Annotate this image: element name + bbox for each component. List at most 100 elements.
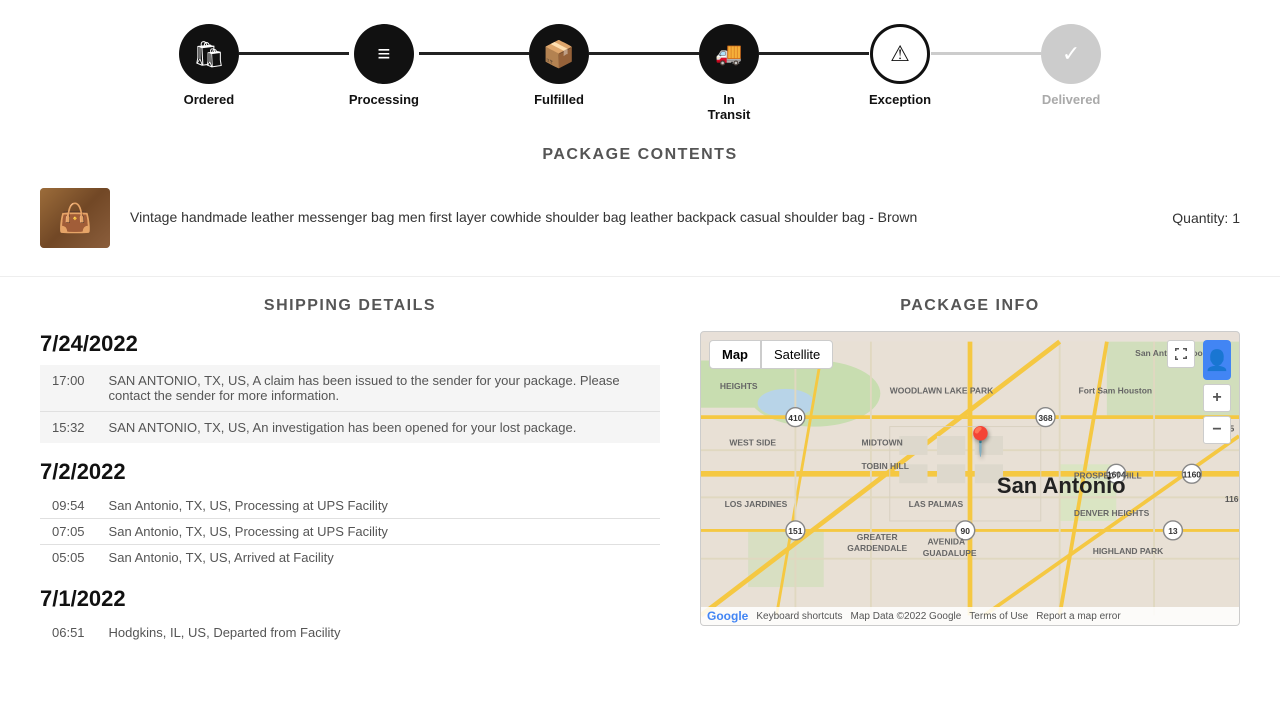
quantity-value: 1 xyxy=(1232,210,1240,226)
ordered-label: Ordered xyxy=(184,92,235,107)
svg-text:GARDENDALE: GARDENDALE xyxy=(847,543,907,553)
svg-text:MIDTOWN: MIDTOWN xyxy=(861,437,902,447)
fullscreen-icon xyxy=(1174,347,1188,361)
shipping-details-title: SHIPPING DETAILS xyxy=(40,297,660,315)
svg-text:1160: 1160 xyxy=(1183,470,1202,480)
step-fulfilled: 📦 Fulfilled xyxy=(529,24,589,107)
connector-5 xyxy=(931,52,1041,55)
connector-3 xyxy=(589,52,699,55)
svg-text:1160: 1160 xyxy=(1225,494,1239,504)
shipping-details-panel: SHIPPING DETAILS 7/24/2022 17:00 SAN ANT… xyxy=(40,297,660,661)
package-quantity: Quantity: 1 xyxy=(1172,210,1240,226)
svg-text:13: 13 xyxy=(1168,526,1178,536)
exception-icon: ⚠ xyxy=(870,24,930,84)
fulfilled-label: Fulfilled xyxy=(534,92,584,107)
event-time: 06:51 xyxy=(40,620,97,645)
map-controls: 👤 + − xyxy=(1203,340,1231,444)
package-item: Vintage handmade leather messenger bag m… xyxy=(40,180,1240,256)
quantity-label: Quantity: xyxy=(1172,210,1228,226)
event-description: SAN ANTONIO, TX, US, A claim has been is… xyxy=(97,365,660,412)
package-info-title: PACKAGE INFO xyxy=(700,297,1240,315)
events-table-2: 09:54 San Antonio, TX, US, Processing at… xyxy=(40,493,660,570)
date-heading-1: 7/24/2022 xyxy=(40,331,660,357)
event-row: 05:05 San Antonio, TX, US, Arrived at Fa… xyxy=(40,545,660,571)
google-logo: Google xyxy=(707,609,748,623)
map-type-map-button[interactable]: Map xyxy=(709,340,761,369)
package-description: Vintage handmade leather messenger bag m… xyxy=(130,208,1152,228)
svg-text:LAS PALMAS: LAS PALMAS xyxy=(909,499,964,509)
date-group-1: 7/24/2022 17:00 SAN ANTONIO, TX, US, A c… xyxy=(40,331,660,443)
svg-text:WOODLAWN LAKE PARK: WOODLAWN LAKE PARK xyxy=(890,386,994,396)
event-time: 07:05 xyxy=(40,519,97,545)
step-delivered: ✓ Delivered xyxy=(1041,24,1101,107)
fullscreen-button[interactable] xyxy=(1167,340,1195,368)
event-time: 05:05 xyxy=(40,545,97,571)
date-group-3: 7/1/2022 06:51 Hodgkins, IL, US, Departe… xyxy=(40,586,660,645)
step-ordered: 🛍 Ordered xyxy=(179,24,239,107)
svg-text:DENVER HEIGHTS: DENVER HEIGHTS xyxy=(1074,508,1150,518)
step-in-transit: 🚚 InTransit xyxy=(699,24,759,122)
map-footer: Google Keyboard shortcuts Map Data ©2022… xyxy=(701,607,1239,625)
zoom-in-button[interactable]: + xyxy=(1203,384,1231,412)
map-fullscreen-area xyxy=(1167,340,1195,368)
map-city-label: San Antonio xyxy=(997,473,1126,499)
svg-text:LOS JARDINES: LOS JARDINES xyxy=(725,499,788,509)
event-time: 15:32 xyxy=(40,412,97,444)
street-view-icon[interactable]: 👤 xyxy=(1203,340,1231,380)
event-row: 07:05 San Antonio, TX, US, Processing at… xyxy=(40,519,660,545)
map-type-buttons: Map Satellite xyxy=(709,340,833,369)
svg-text:410: 410 xyxy=(788,413,802,423)
report-map-error[interactable]: Report a map error xyxy=(1036,611,1120,622)
event-time: 17:00 xyxy=(40,365,97,412)
svg-text:TOBIN HILL: TOBIN HILL xyxy=(861,461,908,471)
step-exception: ⚠ Exception xyxy=(869,24,931,107)
events-table-3: 06:51 Hodgkins, IL, US, Departed from Fa… xyxy=(40,620,660,645)
svg-text:90: 90 xyxy=(961,526,971,536)
delivered-icon: ✓ xyxy=(1041,24,1101,84)
keyboard-shortcuts[interactable]: Keyboard shortcuts xyxy=(756,611,842,622)
in-transit-icon: 🚚 xyxy=(699,24,759,84)
ordered-icon: 🛍 xyxy=(179,24,239,84)
svg-text:368: 368 xyxy=(1038,413,1052,423)
zoom-out-button[interactable]: − xyxy=(1203,416,1231,444)
processing-icon: ≡ xyxy=(354,24,414,84)
date-group-2: 7/2/2022 09:54 San Antonio, TX, US, Proc… xyxy=(40,459,660,570)
event-row: 09:54 San Antonio, TX, US, Processing at… xyxy=(40,493,660,519)
date-heading-3: 7/1/2022 xyxy=(40,586,660,612)
package-contents-title: PACKAGE CONTENTS xyxy=(40,146,1240,164)
event-row: 15:32 SAN ANTONIO, TX, US, An investigat… xyxy=(40,412,660,444)
svg-text:GUADALUPE: GUADALUPE xyxy=(923,548,977,558)
terms-of-use[interactable]: Terms of Use xyxy=(969,611,1028,622)
svg-text:WEST SIDE: WEST SIDE xyxy=(729,437,776,447)
fulfilled-icon: 📦 xyxy=(529,24,589,84)
event-description: San Antonio, TX, US, Processing at UPS F… xyxy=(97,493,660,519)
package-contents-section: PACKAGE CONTENTS Vintage handmade leathe… xyxy=(0,146,1280,277)
svg-text:HIGHLAND PARK: HIGHLAND PARK xyxy=(1093,546,1164,556)
svg-text:HEIGHTS: HEIGHTS xyxy=(720,381,758,391)
processing-label: Processing xyxy=(349,92,419,107)
events-table-1: 17:00 SAN ANTONIO, TX, US, A claim has b… xyxy=(40,365,660,443)
date-heading-2: 7/2/2022 xyxy=(40,459,660,485)
connector-4 xyxy=(759,52,869,55)
svg-text:AVENIDA: AVENIDA xyxy=(928,537,966,547)
event-description: San Antonio, TX, US, Arrived at Facility xyxy=(97,545,660,571)
svg-text:151: 151 xyxy=(788,526,802,536)
step-processing: ≡ Processing xyxy=(349,24,419,107)
map-background: 410 368 1604 90 151 13 1160 HEIGHTS WEST… xyxy=(701,332,1239,625)
map-data: Map Data ©2022 Google xyxy=(851,611,962,622)
bottom-section: SHIPPING DETAILS 7/24/2022 17:00 SAN ANT… xyxy=(0,277,1280,681)
connector-1 xyxy=(239,52,349,55)
svg-text:GREATER: GREATER xyxy=(857,532,898,542)
event-description: SAN ANTONIO, TX, US, An investigation ha… xyxy=(97,412,660,444)
event-row: 17:00 SAN ANTONIO, TX, US, A claim has b… xyxy=(40,365,660,412)
event-time: 09:54 xyxy=(40,493,97,519)
map-type-satellite-button[interactable]: Satellite xyxy=(761,340,833,369)
connector-2 xyxy=(419,52,529,55)
package-image xyxy=(40,188,110,248)
package-info-panel: PACKAGE INFO xyxy=(700,297,1240,661)
event-description: San Antonio, TX, US, Processing at UPS F… xyxy=(97,519,660,545)
event-description: Hodgkins, IL, US, Departed from Facility xyxy=(97,620,660,645)
in-transit-label: InTransit xyxy=(708,92,751,122)
delivered-label: Delivered xyxy=(1042,92,1101,107)
svg-text:Fort Sam Houston: Fort Sam Houston xyxy=(1079,386,1153,396)
